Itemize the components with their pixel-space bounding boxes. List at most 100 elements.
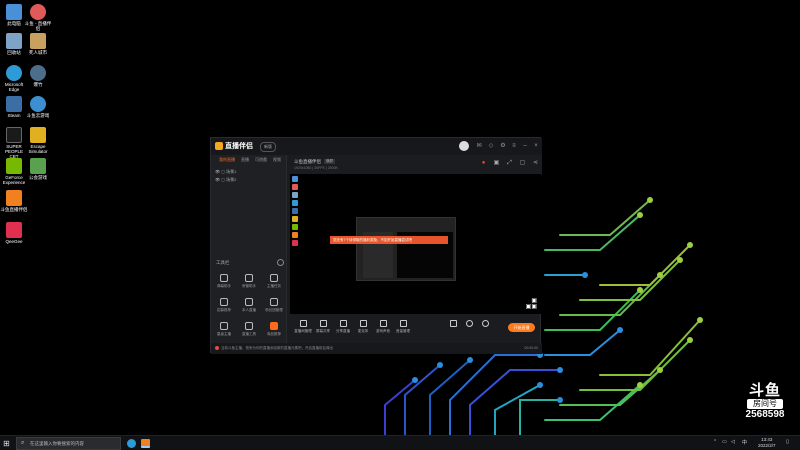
fullscreen-icon[interactable]: ⤢ [506,160,513,167]
tool-label: 招募推荐 [217,308,231,312]
tool-label: 弹幕助手 [217,284,231,288]
search-placeholder: 在这里输入你要搜索的内容 [30,441,84,446]
tool-live-tools[interactable]: 直播工具 [240,322,258,337]
self-live-icon [245,298,253,306]
control-label: 麦克风 [357,329,369,333]
layout-icon[interactable]: ▣ [493,160,500,167]
live-timer: 00:00:00 [524,346,538,350]
recycle-bin-icon [6,33,22,49]
tool-recruit[interactable]: 招募推荐 [215,298,233,313]
tab-my-live[interactable]: 我的直播 [219,157,235,162]
control-label: 分享直播 [336,329,350,333]
app-logo-icon [215,142,223,150]
share-icon[interactable]: ⋖ [532,160,539,167]
orientation-tag[interactable]: 横屏 [324,159,335,164]
tool-room-admin[interactable]: 房管助手 [240,274,258,289]
notification-toast[interactable]: 您还有7个待领取的福利奖励，不如开始直播尝试吧 [330,236,448,244]
tool-star[interactable]: 星级主播 [215,322,233,337]
tool-goods[interactable]: 商品推荐 [265,322,283,337]
desktop-icon-game[interactable]: 死人城市 [24,33,52,55]
live-tools-icon [245,322,253,330]
taskbar-search[interactable]: ⌕ 在这里输入你要搜索的内容 [16,437,121,450]
taskbar: ⊞ ⌕ 在这里输入你要搜索的内容 ⌃ ▭ ◁ 中 13:43 2022/2/7 … [0,435,800,450]
desktop-icon-label: Escape Simulator [28,144,48,154]
windows-start-icon[interactable]: ⊞ [3,439,12,448]
fan-club-icon [270,298,278,306]
tool-tasks[interactable]: 主播任务 [265,274,283,289]
avatar[interactable] [459,141,469,151]
douyu-taskbar-icon[interactable] [141,439,150,448]
mini-icon [292,224,298,230]
desktop-icon-label: 斗鱼直播伴侣 [0,207,28,212]
live-companion-window: 直播伴侣 新版 ✉ ◇ ⚙ ≡ – × 我的直播 直播 可遊戲 视频 👁 ▢ 场景1 … [210,137,542,354]
message-icon[interactable]: ✉ [475,142,483,150]
desktop-icon-label: 爆竹 [33,82,43,87]
tool-label: 本人直播 [242,308,256,312]
app-icon [30,65,46,81]
notification-icon[interactable]: ▯ [786,439,789,445]
preview-desktop-icons [290,174,304,314]
status-text: 当前斗鱼主播，快来为你的直播添加新的直播元素吧，开启直播前会弹出 [221,346,333,350]
desktop-icon-app[interactable]: 爆竹 [24,65,52,87]
volume-button[interactable]: 音量管理 [394,320,412,334]
settings-icon[interactable]: ⚙ [499,142,507,150]
geforce-icon [6,158,22,174]
edge-taskbar-icon[interactable] [127,439,136,448]
share-icon [339,320,347,327]
ime-indicator[interactable]: 中 [742,439,747,446]
scene-row[interactable]: 👁 ▢ 场景2 [215,177,236,183]
tab-video[interactable]: 视频 [273,157,281,162]
mic-button[interactable]: 麦克风 [354,320,372,334]
close-icon[interactable]: × [532,142,540,150]
left-tabs: 我的直播 直播 可遊戲 视频 [219,157,287,163]
screen-share-button[interactable]: 屏幕共享 [314,320,332,334]
steam-icon [6,96,22,112]
tool-danmaku[interactable]: 弹幕助手 [215,274,233,289]
settings-button[interactable] [476,320,494,329]
record-glyph [465,320,473,327]
share-live-button[interactable]: 分享直播 [334,320,352,334]
desktop-icon-guild[interactable]: 公会游戏 [24,158,52,180]
control-label: 游戏声音 [376,329,390,333]
tab-games[interactable]: 可遊戲 [255,157,267,162]
guild-icon [30,158,46,174]
douyu-live-icon [6,190,22,206]
minimize-icon[interactable]: – [521,142,529,150]
version-badge[interactable]: 新版 [260,142,276,152]
tab-live[interactable]: 直播 [241,157,249,162]
scene-row[interactable]: 👁 ▢ 场景1 [215,169,236,175]
desktop-icon-label: 死人城市 [29,50,47,55]
desktop-icon-cloud-game[interactable]: 斗鱼云游戏 [24,96,52,118]
app-titlebar: 直播伴侣 新版 ✉ ◇ ⚙ ≡ – × [211,138,542,155]
douyu-icon [30,4,46,20]
tray-chevron-icon[interactable]: ⌃ [713,439,717,445]
start-live-button[interactable]: 开始直播 [508,323,535,332]
tool-fan-club[interactable]: 粉丝团管理 [265,298,283,313]
search-icon: ⌕ [21,440,25,446]
game-audio-button[interactable]: 游戏声音 [374,320,392,334]
desktop-icon-douyu-companion[interactable]: 斗鱼 - 直播伴侣 [24,4,52,31]
desktop-icon-qeegee[interactable]: QeeGee [0,222,28,244]
computer-icon [6,4,22,20]
tools-toggle-icon[interactable] [277,259,284,266]
menu-icon[interactable]: ≡ [510,142,518,150]
mini-icon [292,176,298,182]
mini-icon [292,192,298,198]
desktop-icon-douyu-live[interactable]: 斗鱼直播伴侣 [0,190,28,212]
tool-self-live[interactable]: 本人直播 [240,298,258,313]
app-title: 直播伴侣 [225,143,253,150]
screenshot-icon[interactable]: ▢ [519,160,526,167]
desktop: 此电脑 斗鱼 - 直播伴侣 回收站 死人城市 Microsoft Edge 爆竹… [0,0,800,435]
clock[interactable]: 13:43 2022/2/7 [758,437,776,449]
record-icon[interactable]: ● [480,160,487,167]
gift-icon[interactable]: ◇ [487,142,495,150]
room-icon [299,320,307,327]
stream-preview[interactable]: 您还有7个待领取的福利奖励，不如开始直播尝试吧 ▣ ▣▣ [290,174,541,314]
scene-label: 场景2 [226,177,237,182]
desktop-icon-escape-simulator[interactable]: Escape Simulator [24,127,52,154]
stream-info: 1920x1080 | 30FPS | 2500K [294,166,338,170]
room-manage-button[interactable]: 直播间管理 [294,320,312,334]
network-icon[interactable]: ▭ [722,439,727,445]
speaker-icon[interactable]: ◁ [731,439,735,445]
camera-glyph [449,320,457,327]
